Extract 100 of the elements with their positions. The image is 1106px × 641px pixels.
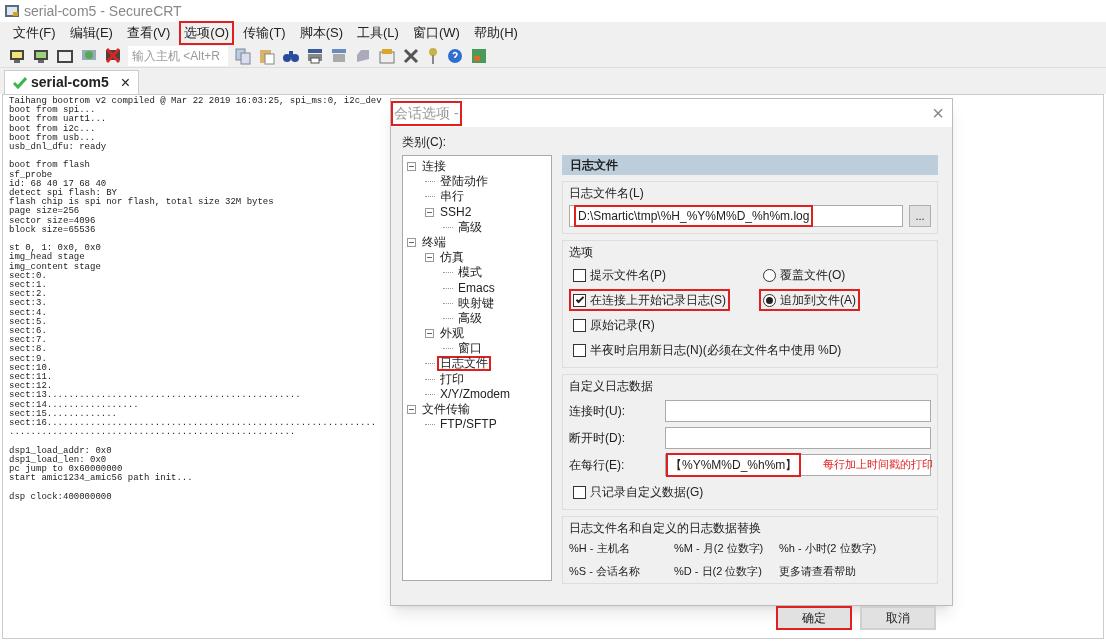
terminal-line: page size=256	[9, 207, 80, 217]
dialog-title: 会话选项 -	[391, 100, 462, 126]
cancel-button[interactable]: 取消	[860, 606, 936, 630]
terminal-line: img_head stage	[9, 253, 85, 263]
terminal-line: .....................................................	[9, 428, 296, 438]
filename-value: D:\Smartic\tmp\%H_%Y%M%D_%h%m.log	[574, 205, 814, 227]
tree-item[interactable]: 外观	[437, 326, 467, 342]
tree-item[interactable]: 高级	[455, 219, 485, 235]
radio-button[interactable]: 追加到文件(A)	[759, 289, 860, 311]
terminal-line: sect:5.	[9, 317, 47, 327]
checkbox[interactable]: 半夜时启用新日志(N)(必须在文件名中使用 %D)	[569, 339, 846, 361]
tree-item[interactable]: 映射键	[455, 295, 497, 311]
terminal-line: sf_probe	[9, 170, 53, 180]
tree-item[interactable]: Emacs	[455, 280, 498, 296]
tree-item[interactable]: 日志文件	[437, 356, 491, 372]
field-label: 在每行(E):	[569, 457, 626, 474]
session-tab[interactable]: serial-com5 ×	[4, 70, 140, 94]
group-title: 自定义日志数据	[569, 378, 654, 395]
substitution-item: %S - 会话名称	[569, 563, 641, 579]
expander-toggle[interactable]	[425, 329, 434, 339]
substitution-item: %H - 主机名	[569, 541, 631, 556]
log-filename-field[interactable]: D:\Smartic\tmp\%H_%Y%M%D_%h%m.log	[569, 205, 903, 227]
expander-toggle[interactable]	[407, 405, 416, 414]
terminal-line: sect:10.	[9, 363, 53, 373]
menu-item[interactable]: 选项(O)	[179, 21, 235, 45]
print-setup-icon[interactable]	[330, 46, 348, 65]
expander-toggle[interactable]	[407, 237, 416, 247]
browse-button[interactable]: ...	[909, 205, 931, 227]
checkbox[interactable]: 只记录自定义数据(G)	[569, 481, 708, 503]
radio-button[interactable]: 覆盖文件(O)	[759, 264, 850, 286]
substitution-item: 更多请查看帮助	[779, 563, 857, 579]
group-title: 日志文件名和自定义的日志数据替换	[569, 520, 762, 537]
expander-toggle[interactable]	[425, 207, 434, 217]
terminal-line: sect:14.................	[9, 400, 139, 410]
group-title: 日志文件名(L)	[569, 185, 645, 202]
menu-item[interactable]: 帮助(H)	[468, 21, 523, 45]
menu-item[interactable]: 窗口(W)	[407, 21, 465, 45]
menu-item[interactable]: 脚本(S)	[294, 21, 349, 45]
host-field[interactable]: 输入主机 <Alt+R	[128, 45, 228, 66]
substitution-item: %h - 小时(2 位数字)	[779, 541, 878, 556]
help-icon[interactable]	[446, 46, 464, 65]
tree-item[interactable]: 连接	[419, 159, 449, 174]
terminal-line: sect:2.	[9, 290, 47, 300]
menu-item[interactable]: 编辑(E)	[64, 21, 118, 45]
key-icon[interactable]	[426, 46, 440, 65]
close-tab-button[interactable]: ×	[120, 70, 131, 95]
terminal-line: start amic1234_amic56 path init...	[9, 474, 193, 484]
tree-item[interactable]: FTP/SFTP	[437, 417, 500, 433]
terminal-line: sect:4.	[9, 308, 47, 318]
terminal-line: sect:16.............................................................	[9, 419, 377, 429]
tree-item[interactable]: 登陆动作	[437, 174, 491, 190]
tree-item[interactable]: X/Y/Zmodem	[437, 386, 514, 402]
menu-item[interactable]: 查看(V)	[121, 21, 176, 45]
tree-item[interactable]: 串行	[437, 189, 467, 205]
field-label: 连接时(U):	[569, 403, 626, 420]
disconnect-icon[interactable]	[104, 46, 122, 65]
menu-item[interactable]: 传输(T)	[238, 21, 291, 45]
terminal-line: dsp clock:400000000	[9, 492, 112, 502]
terminal-line: boot from flash	[9, 161, 90, 171]
terminal-line: sector size=4096	[9, 216, 96, 226]
terminal-line: sect:6.	[9, 327, 47, 337]
terminal-line: img_content stage	[9, 262, 101, 272]
terminal-line: sect:9.	[9, 354, 47, 364]
expander-toggle[interactable]	[407, 162, 416, 171]
expander-toggle[interactable]	[425, 253, 434, 263]
text-field[interactable]	[665, 400, 931, 422]
checkbox[interactable]: 原始记录(R)	[569, 314, 659, 336]
terminal-line: boot from usb...	[9, 133, 96, 143]
field-value: 【%Y%M%D_%h%m】	[666, 453, 802, 477]
tree-item[interactable]: SSH2	[437, 204, 475, 220]
terminal-line: detect spi flash: BY	[9, 189, 118, 198]
tree-item[interactable]: 打印	[437, 371, 467, 387]
text-field[interactable]	[665, 427, 931, 449]
close-button[interactable]: ×	[932, 98, 944, 128]
terminal-line: sect:8.	[9, 345, 47, 355]
tree-item[interactable]: 窗口	[455, 341, 485, 357]
substitution-item: %D - 日(2 位数字)	[674, 563, 763, 579]
terminal-line: Taihang bootrom v2 compiled @ Mar 22 2019 16:03:25, spi_ms:0, i2c_dev	[9, 97, 382, 106]
category-label: 类别(C):	[402, 134, 447, 151]
annotation-note: 每行加上时间戳的打印	[823, 457, 933, 472]
terminal-line: sect:1.	[9, 281, 47, 291]
tree-item[interactable]: 终端	[419, 234, 449, 250]
terminal-line: id: 68 40 17 68 40	[9, 179, 107, 189]
tree-item[interactable]: 高级	[455, 310, 485, 326]
terminal-line: dsp1_load_addr: 0x0	[9, 446, 112, 456]
tree-item[interactable]: 仿真	[437, 250, 467, 266]
terminal-line: block size=65536	[9, 225, 96, 236]
ok-button[interactable]: 确定	[776, 606, 852, 630]
terminal-line: sect:11.	[9, 373, 53, 383]
terminal-line: boot from uart1...	[9, 115, 107, 125]
checkbox[interactable]: 提示文件名(P)	[569, 264, 670, 286]
tree-item[interactable]: 模式	[455, 265, 485, 281]
menu-item[interactable]: 文件(F)	[8, 21, 61, 45]
tree-item[interactable]: 文件传输	[419, 402, 473, 417]
checkbox[interactable]: 在连接上开始记录日志(S)	[569, 289, 730, 311]
menu-item[interactable]: 工具(L)	[352, 21, 404, 45]
terminal-line: sect:7.	[9, 336, 47, 346]
terminal-line: sect:3.	[9, 299, 47, 309]
panel-title: 日志文件	[562, 155, 938, 175]
terminal-line: sect:13...............................................	[9, 391, 301, 401]
